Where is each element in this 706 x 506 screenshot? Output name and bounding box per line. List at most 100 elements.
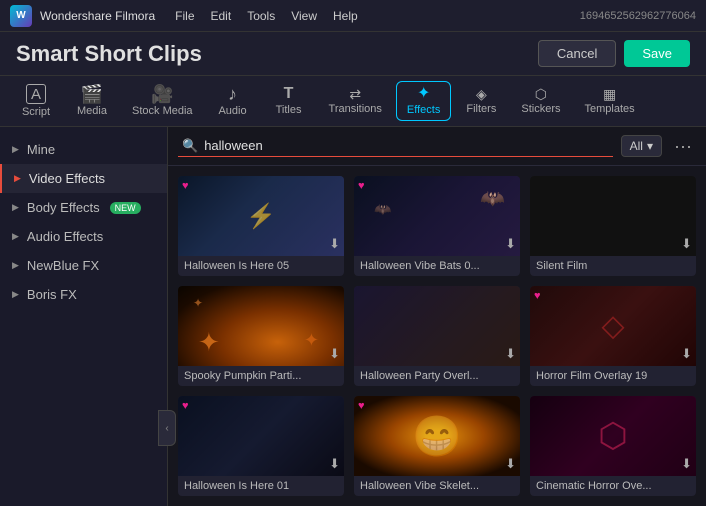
toolbar-filters[interactable]: ◈ Filters: [455, 83, 507, 119]
menu-edit[interactable]: Edit: [211, 9, 232, 23]
menu-file[interactable]: File: [175, 9, 194, 23]
save-button[interactable]: Save: [624, 40, 690, 67]
sidebar-item-newblue-fx[interactable]: ▶ NewBlue FX: [0, 251, 167, 280]
sidebar-item-body-effects[interactable]: ▶ Body Effects NEW: [0, 193, 167, 222]
download-button[interactable]: ⬇: [681, 346, 692, 362]
effect-thumb: ✦ ✦ ✦ ⬇: [178, 286, 344, 366]
toolbar-titles-label: Titles: [276, 104, 302, 116]
templates-icon: ▦: [603, 87, 616, 101]
effects-grid: ♥ ⚡ ⬇ Halloween Is Here 05 ♥ 🦇 🦇 ⬇ Hallo…: [168, 166, 706, 506]
effect-card-halloween-vibe-bats[interactable]: ♥ 🦇 🦇 ⬇ Halloween Vibe Bats 0...: [354, 176, 520, 276]
sidebar-audio-effects-label: Audio Effects: [27, 229, 103, 244]
download-button[interactable]: ⬇: [329, 456, 340, 472]
script-icon: A: [26, 84, 46, 104]
toolbar-templates-label: Templates: [584, 103, 634, 115]
filters-icon: ◈: [476, 87, 487, 101]
download-button[interactable]: ⬇: [505, 346, 516, 362]
sidebar-item-video-effects[interactable]: ▶ Video Effects: [0, 164, 167, 193]
download-button[interactable]: ⬇: [681, 456, 692, 472]
sidebar-newblue-label: NewBlue FX: [27, 258, 99, 273]
chevron-audio-effects-icon: ▶: [12, 231, 19, 242]
cancel-button[interactable]: Cancel: [538, 40, 616, 67]
effect-card-spooky-pumpkin[interactable]: ✦ ✦ ✦ ⬇ Spooky Pumpkin Parti...: [178, 286, 344, 386]
effect-card-halloween-here-01[interactable]: ♥ ⬇ Halloween Is Here 01: [178, 396, 344, 496]
download-button[interactable]: ⬇: [505, 236, 516, 252]
menu-view[interactable]: View: [291, 9, 317, 23]
effect-name: Halloween Party Overl...: [354, 366, 520, 386]
chevron-boris-icon: ▶: [12, 289, 19, 300]
download-button[interactable]: ⬇: [505, 456, 516, 472]
chevron-newblue-icon: ▶: [12, 260, 19, 271]
sidebar-item-audio-effects[interactable]: ▶ Audio Effects: [0, 222, 167, 251]
effect-name: Halloween Is Here 05: [178, 256, 344, 276]
effect-thumb: ♥ 🦇 🦇 ⬇: [354, 176, 520, 256]
favorite-icon: ♥: [358, 400, 365, 412]
titles-icon: T: [284, 86, 294, 102]
effect-card-horror-film[interactable]: ♥ ◇ ⬇ Horror Film Overlay 19: [530, 286, 696, 386]
sidebar-body-effects-label: Body Effects: [27, 200, 100, 215]
favorite-icon: ♥: [534, 290, 541, 302]
effect-thumb: ⬇: [354, 286, 520, 366]
effect-thumb: ♥ ⬇: [178, 396, 344, 476]
toolbar-effects[interactable]: ✦ Effects: [396, 81, 451, 121]
favorite-icon: ♥: [182, 180, 189, 192]
toolbar-script[interactable]: A Script: [10, 80, 62, 122]
header: Smart Short Clips Cancel Save: [0, 32, 706, 76]
effect-card-halloween-here-05[interactable]: ♥ ⚡ ⬇ Halloween Is Here 05: [178, 176, 344, 276]
effect-card-halloween-skeleton[interactable]: ♥ 😁 ⬇ Halloween Vibe Skelet...: [354, 396, 520, 496]
menu-tools[interactable]: Tools: [247, 9, 275, 23]
collapse-arrow-icon: ‹: [165, 423, 168, 434]
transitions-icon: ⇄: [349, 87, 361, 101]
sidebar-item-mine[interactable]: ▶ Mine: [0, 135, 167, 164]
effect-card-cinematic-horror[interactable]: ⬡ ⬇ Cinematic Horror Ove...: [530, 396, 696, 496]
toolbar-audio[interactable]: ♪ Audio: [207, 81, 259, 121]
menu-help[interactable]: Help: [333, 9, 358, 23]
effect-name: Halloween Vibe Skelet...: [354, 476, 520, 496]
toolbar-media[interactable]: 🎬 Media: [66, 81, 118, 121]
download-button[interactable]: ⬇: [329, 346, 340, 362]
effect-thumb: ♥ ◇ ⬇: [530, 286, 696, 366]
effect-thumb: ♥ ⚡ ⬇: [178, 176, 344, 256]
toolbar: A Script 🎬 Media 🎥 Stock Media ♪ Audio T…: [0, 76, 706, 127]
chevron-video-effects-icon: ▶: [14, 173, 21, 184]
search-filter-dropdown[interactable]: All ▾: [621, 135, 662, 157]
toolbar-stickers[interactable]: ⬡ Stickers: [511, 83, 570, 119]
toolbar-titles[interactable]: T Titles: [263, 82, 315, 120]
search-input-wrapper: 🔍: [178, 136, 613, 157]
chevron-down-icon: ▾: [647, 139, 653, 153]
menu-bar: File Edit Tools View Help: [175, 9, 580, 23]
stickers-icon: ⬡: [535, 87, 547, 101]
chevron-body-effects-icon: ▶: [12, 202, 19, 213]
favorite-icon: ♥: [358, 180, 365, 192]
search-bar: 🔍 All ▾ ···: [168, 127, 706, 166]
main-layout: ▶ Mine ▶ Video Effects ▶ Body Effects NE…: [0, 127, 706, 506]
window-id: 1694652562962776064: [580, 10, 696, 22]
effect-card-halloween-party[interactable]: ⬇ Halloween Party Overl...: [354, 286, 520, 386]
chevron-mine-icon: ▶: [12, 144, 19, 155]
download-button[interactable]: ⬇: [681, 236, 692, 252]
sidebar-collapse-button[interactable]: ‹: [158, 410, 176, 446]
toolbar-audio-label: Audio: [218, 105, 246, 117]
stock-media-icon: 🎥: [151, 85, 173, 103]
toolbar-stock-media[interactable]: 🎥 Stock Media: [122, 81, 203, 121]
toolbar-templates[interactable]: ▦ Templates: [574, 83, 644, 119]
toolbar-transitions[interactable]: ⇄ Transitions: [319, 83, 392, 119]
sidebar-item-boris-fx[interactable]: ▶ Boris FX: [0, 280, 167, 309]
app-logo: W: [10, 5, 32, 27]
favorite-icon: ♥: [182, 400, 189, 412]
search-icon: 🔍: [182, 138, 198, 154]
download-button[interactable]: ⬇: [329, 236, 340, 252]
search-input[interactable]: [204, 138, 608, 153]
effect-thumb: ⬇: [530, 176, 696, 256]
more-options-button[interactable]: ···: [670, 136, 696, 157]
toolbar-script-label: Script: [22, 106, 50, 118]
media-icon: 🎬: [81, 85, 103, 103]
effect-name: Cinematic Horror Ove...: [530, 476, 696, 496]
sidebar-boris-label: Boris FX: [27, 287, 77, 302]
title-bar: W Wondershare Filmora File Edit Tools Vi…: [0, 0, 706, 32]
effects-icon: ✦: [417, 86, 430, 102]
toolbar-filters-label: Filters: [466, 103, 496, 115]
effect-name: Spooky Pumpkin Parti...: [178, 366, 344, 386]
effect-card-silent-film[interactable]: ⬇ Silent Film: [530, 176, 696, 276]
effect-name: Halloween Is Here 01: [178, 476, 344, 496]
